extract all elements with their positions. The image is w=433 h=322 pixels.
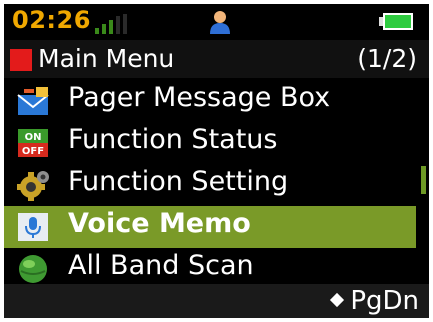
gear-icon bbox=[17, 171, 49, 201]
diamond-icon bbox=[330, 292, 345, 308]
softkey-bar: PgDn bbox=[4, 284, 429, 318]
page-down-softkey[interactable]: PgDn bbox=[330, 286, 419, 316]
person-icon bbox=[210, 11, 230, 34]
page-title: Main Menu bbox=[38, 44, 175, 73]
menu-item-label: Function Status bbox=[68, 124, 278, 155]
menu-item-function-status[interactable]: ON OFF Function Status bbox=[4, 122, 416, 164]
menu-item-label: Function Setting bbox=[68, 166, 289, 197]
svg-text:OFF: OFF bbox=[22, 146, 44, 157]
menu-item-label: All Band Scan bbox=[68, 250, 254, 281]
menu-header: Main Menu (1/2) bbox=[4, 40, 429, 78]
device-screen: 02:26 Main Menu (1/2) Pager Message Box … bbox=[4, 4, 429, 318]
on-off-icon: ON OFF bbox=[18, 129, 48, 157]
menu-item-function-setting[interactable]: Function Setting bbox=[4, 164, 416, 206]
mail-icon bbox=[17, 87, 49, 115]
signal-icon bbox=[95, 14, 131, 34]
menu-item-pager-message-box[interactable]: Pager Message Box bbox=[4, 80, 416, 122]
menu-item-label: Pager Message Box bbox=[68, 82, 331, 113]
battery-icon bbox=[379, 13, 413, 30]
scrollbar-thumb[interactable] bbox=[421, 166, 426, 194]
page-indicator: (1/2) bbox=[357, 44, 417, 73]
menu-marker-icon bbox=[10, 49, 32, 71]
globe-icon bbox=[19, 255, 47, 283]
status-bar: 02:26 bbox=[4, 4, 429, 40]
menu-item-voice-memo[interactable]: Voice Memo bbox=[4, 206, 416, 248]
microphone-icon bbox=[18, 213, 48, 241]
menu-item-label: Voice Memo bbox=[68, 208, 251, 239]
page-down-label: PgDn bbox=[350, 286, 419, 316]
clock: 02:26 bbox=[12, 6, 91, 34]
svg-text:ON: ON bbox=[25, 132, 42, 143]
